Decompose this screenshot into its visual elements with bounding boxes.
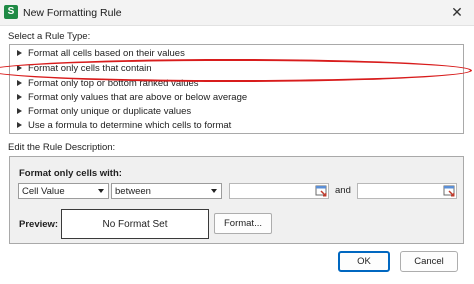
- range-select-icon[interactable]: [443, 185, 455, 197]
- title-bar: S New Formatting Rule ✕: [0, 0, 474, 26]
- rule-type-item-unique-duplicate[interactable]: Format only unique or duplicate values: [10, 105, 463, 119]
- edit-rule-description-label: Edit the Rule Description:: [8, 142, 116, 153]
- rule-type-item-label: Format only unique or duplicate values: [28, 106, 192, 117]
- cancel-button[interactable]: Cancel: [400, 251, 458, 272]
- rule-type-item-all-cells[interactable]: Format all cells based on their values: [10, 47, 463, 61]
- triangle-right-icon: [17, 80, 22, 86]
- window-title: New Formatting Rule: [23, 7, 122, 19]
- rule-type-list[interactable]: Format all cells based on their values F…: [9, 44, 464, 134]
- operator-dropdown[interactable]: between: [111, 183, 222, 199]
- rule-type-item-above-below-average[interactable]: Format only values that are above or bel…: [10, 91, 463, 105]
- preview-box: No Format Set: [61, 209, 209, 239]
- format-only-cells-label: Format only cells with:: [19, 168, 122, 179]
- preview-text: No Format Set: [102, 219, 168, 230]
- triangle-right-icon: [17, 94, 22, 100]
- range-select-icon[interactable]: [315, 185, 327, 197]
- rule-type-item-formula[interactable]: Use a formula to determine which cells t…: [10, 119, 463, 133]
- rule-type-item-cells-that-contain[interactable]: Format only cells that contain: [10, 62, 463, 76]
- and-label: and: [335, 185, 351, 196]
- rule-type-item-label: Format only cells that contain: [28, 63, 152, 74]
- value2-input[interactable]: [357, 183, 457, 199]
- condition-field-dropdown[interactable]: Cell Value: [18, 183, 109, 199]
- rule-type-item-top-bottom[interactable]: Format only top or bottom ranked values: [10, 77, 463, 91]
- close-icon[interactable]: ✕: [444, 2, 470, 22]
- rule-type-item-label: Use a formula to determine which cells t…: [28, 120, 232, 131]
- triangle-right-icon: [17, 50, 22, 56]
- select-rule-type-label: Select a Rule Type:: [8, 31, 91, 42]
- triangle-right-icon: [17, 108, 22, 114]
- ok-button[interactable]: OK: [338, 251, 390, 272]
- value1-input[interactable]: [229, 183, 329, 199]
- format-button[interactable]: Format...: [214, 213, 272, 234]
- preview-label: Preview:: [19, 219, 59, 230]
- triangle-right-icon: [17, 65, 22, 71]
- app-icon: S: [4, 5, 18, 19]
- rule-type-item-label: Format all cells based on their values: [28, 48, 185, 59]
- operator-value: between: [115, 186, 151, 197]
- condition-field-value: Cell Value: [22, 186, 65, 197]
- rule-description-panel: Format only cells with: Cell Value betwe…: [9, 156, 464, 244]
- rule-type-item-label: Format only top or bottom ranked values: [28, 78, 199, 89]
- rule-type-item-label: Format only values that are above or bel…: [28, 92, 248, 103]
- chevron-down-icon: [211, 189, 217, 193]
- triangle-right-icon: [17, 122, 22, 128]
- chevron-down-icon: [98, 189, 104, 193]
